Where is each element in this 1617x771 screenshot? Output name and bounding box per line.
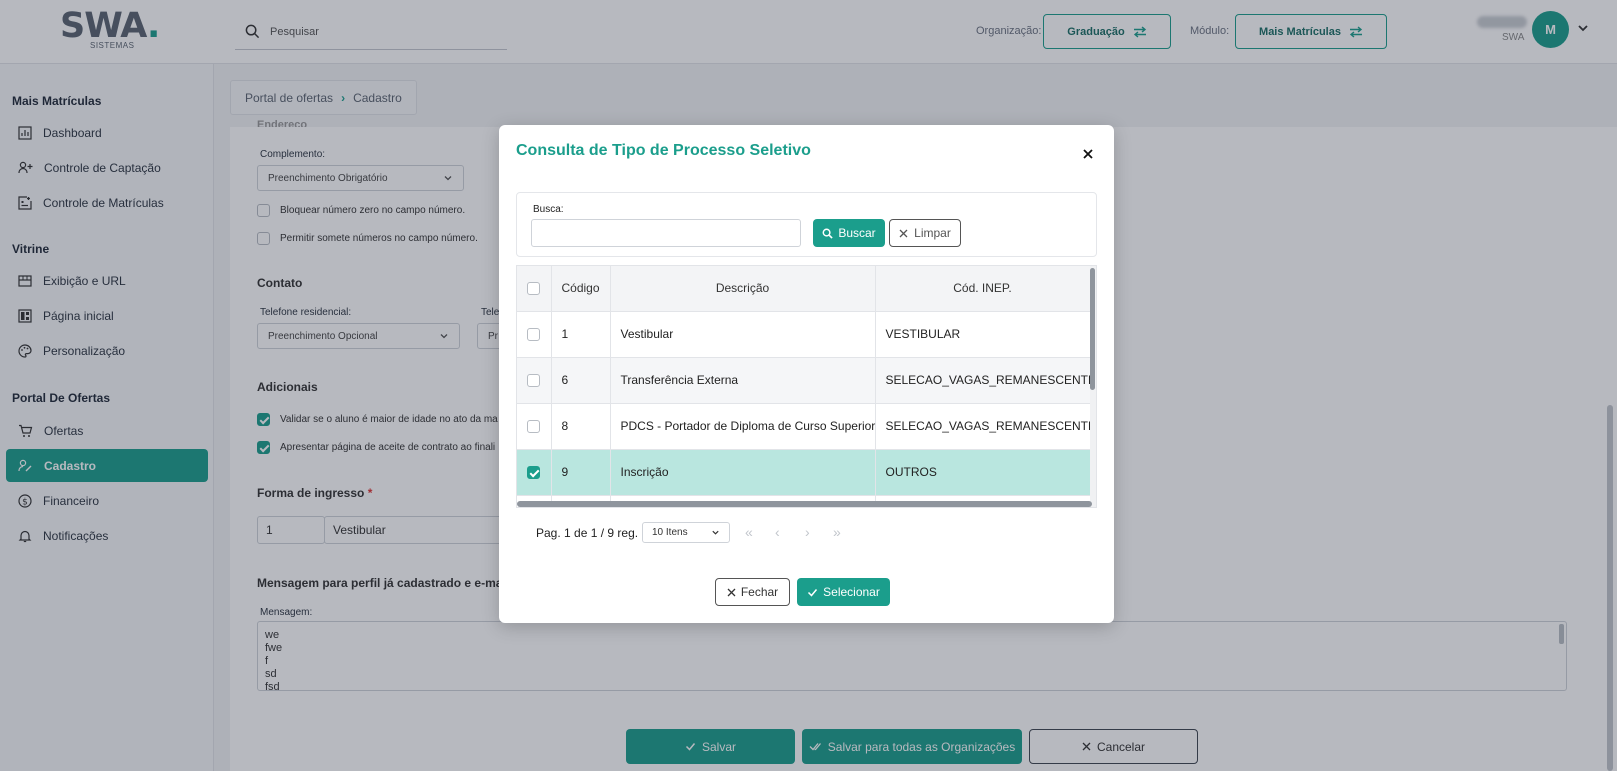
first-page-icon[interactable]: «: [745, 524, 753, 540]
column-header-codigo[interactable]: Código: [551, 266, 611, 312]
busca-input[interactable]: [531, 219, 801, 247]
cell-inep: SELECAO_VAGAS_REMANESCENTES: [875, 403, 1096, 450]
dialog-title: Consulta de Tipo de Processo Seletivo: [516, 142, 811, 159]
pagination-summary: Pag. 1 de 1 / 9 reg.: [536, 526, 639, 540]
cell-descricao: Vestibular: [610, 311, 876, 358]
table-row[interactable]: 9 Inscrição OUTROS: [517, 449, 1091, 496]
buscar-button[interactable]: Buscar: [813, 219, 885, 247]
table-row[interactable]: 6 Transferência Externa SELECAO_VAGAS_RE…: [517, 357, 1096, 404]
row-checkbox[interactable]: [527, 328, 541, 342]
cell-codigo: 9: [551, 449, 611, 496]
cell-descricao: Inscrição: [610, 449, 876, 496]
table-row[interactable]: 1 Vestibular VESTIBULAR: [517, 311, 1091, 358]
fechar-button[interactable]: Fechar: [715, 578, 790, 606]
buscar-label: Buscar: [838, 226, 876, 240]
search-icon: [822, 228, 833, 239]
cell-descricao: PDCS - Portador de Diploma de Curso Supe…: [610, 403, 876, 450]
chevron-down-icon: [712, 530, 719, 535]
scrollbar-thumb[interactable]: [1090, 268, 1095, 390]
column-header-descricao[interactable]: Descrição: [610, 266, 876, 312]
last-page-icon[interactable]: »: [833, 524, 841, 540]
check-icon: [808, 588, 818, 597]
cell-codigo: 6: [551, 357, 611, 404]
cell-codigo: 1: [551, 311, 611, 358]
table-vertical-scrollbar[interactable]: [1090, 266, 1096, 507]
results-table: Código Descrição Cód. INEP. 1 Vestibular…: [516, 265, 1097, 508]
items-per-page-value: 10 Itens: [652, 527, 688, 538]
select-all-header: [517, 266, 552, 312]
table-row[interactable]: 8 PDCS - Portador de Diploma de Curso Su…: [517, 403, 1096, 450]
selecionar-label: Selecionar: [823, 585, 880, 599]
cell-inep: OUTROS: [875, 449, 1091, 496]
close-icon: [727, 588, 736, 596]
close-icon[interactable]: [1081, 147, 1095, 161]
selecionar-button[interactable]: Selecionar: [797, 578, 890, 606]
row-checkbox[interactable]: [527, 466, 541, 480]
limpar-label: Limpar: [914, 226, 951, 240]
cell-codigo: 8: [551, 403, 611, 450]
cell-inep: VESTIBULAR: [875, 311, 1091, 358]
limpar-button[interactable]: Limpar: [889, 219, 961, 247]
close-icon: [899, 229, 908, 237]
table-horizontal-scrollbar[interactable]: [517, 501, 1092, 507]
select-all-checkbox[interactable]: [527, 282, 541, 296]
row-checkbox[interactable]: [527, 420, 541, 434]
column-header-cod-inep[interactable]: Cód. INEP.: [875, 266, 1091, 312]
busca-label: Busca:: [533, 204, 564, 215]
search-panel: Busca: Buscar Limpar: [516, 192, 1097, 257]
cell-descricao: Transferência Externa: [610, 357, 876, 404]
items-per-page-select[interactable]: 10 Itens: [642, 522, 730, 543]
next-page-icon[interactable]: ›: [805, 524, 810, 540]
previous-page-icon[interactable]: ‹: [775, 524, 780, 540]
row-checkbox[interactable]: [527, 374, 541, 388]
tipo-processo-seletivo-dialog: Consulta de Tipo de Processo Seletivo Bu…: [499, 125, 1114, 623]
table-header-row: Código Descrição Cód. INEP.: [517, 266, 1091, 312]
fechar-label: Fechar: [740, 585, 779, 599]
cell-inep: SELECAO_VAGAS_REMANESCENTES: [875, 357, 1096, 404]
